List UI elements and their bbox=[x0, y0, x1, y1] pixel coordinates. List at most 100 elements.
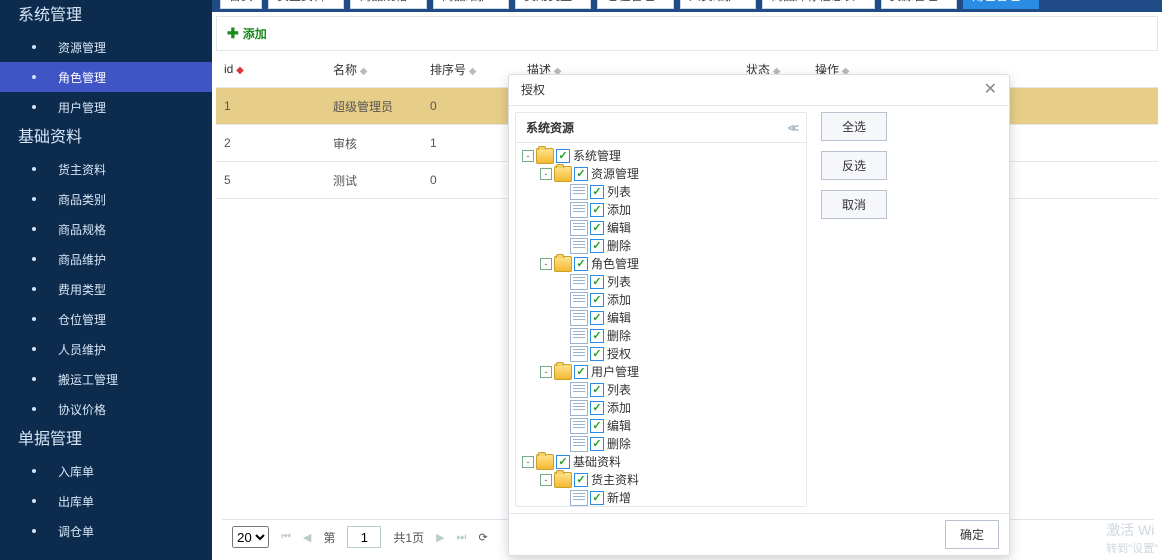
tree-node[interactable]: ✓添加 bbox=[522, 399, 800, 417]
tree-node[interactable]: -✓系统管理 bbox=[522, 147, 800, 165]
tree-node[interactable]: ✓添加 bbox=[522, 291, 800, 309]
page-size-select[interactable]: 20 bbox=[232, 526, 269, 548]
tree-checkbox[interactable]: ✓ bbox=[590, 185, 604, 199]
sidebar-item[interactable]: 出库单 bbox=[0, 486, 212, 516]
tree-node[interactable]: ✓删除 bbox=[522, 237, 800, 255]
tab-close-icon[interactable]: × bbox=[654, 0, 664, 3]
tree-node[interactable]: ✓授权 bbox=[522, 345, 800, 363]
expand-toggle-icon[interactable]: - bbox=[540, 366, 552, 378]
tab-close-icon[interactable]: × bbox=[855, 0, 865, 3]
tab[interactable]: 商品维护 × bbox=[433, 0, 509, 9]
tree-checkbox[interactable]: ✓ bbox=[590, 347, 604, 361]
invert-button[interactable]: 反选 bbox=[821, 151, 887, 180]
tree-node[interactable]: -✓基础资料 bbox=[522, 453, 800, 471]
tree-node[interactable]: -✓货主资料 bbox=[522, 471, 800, 489]
tree-scroll[interactable]: -✓系统管理-✓资源管理✓列表✓添加✓编辑✓删除-✓角色管理✓列表✓添加✓编辑✓… bbox=[516, 143, 806, 506]
tab-close-icon[interactable]: × bbox=[490, 0, 500, 3]
sidebar-item[interactable]: 商品维护 bbox=[0, 244, 212, 274]
tab[interactable]: 商品库存信息表 × bbox=[762, 0, 874, 9]
tree-checkbox[interactable]: ✓ bbox=[574, 365, 588, 379]
tree-checkbox[interactable]: ✓ bbox=[574, 473, 588, 487]
tree-node[interactable]: -✓角色管理 bbox=[522, 255, 800, 273]
sidebar-item[interactable]: 货主资料 bbox=[0, 154, 212, 184]
expand-toggle-icon[interactable]: - bbox=[522, 150, 534, 162]
column-header[interactable]: 名称 ◆ bbox=[325, 51, 422, 88]
tree-node[interactable]: -✓用户管理 bbox=[522, 363, 800, 381]
sidebar-item[interactable]: 商品规格 bbox=[0, 214, 212, 244]
tree-node[interactable]: ✓添加 bbox=[522, 201, 800, 219]
tree-checkbox[interactable]: ✓ bbox=[590, 293, 604, 307]
tab[interactable]: 费用类型 × bbox=[515, 0, 591, 9]
tree-node[interactable]: ✓列表 bbox=[522, 183, 800, 201]
tree-checkbox[interactable]: ✓ bbox=[590, 401, 604, 415]
tree-checkbox[interactable]: ✓ bbox=[590, 437, 604, 451]
tree-node[interactable]: ✓编辑 bbox=[522, 417, 800, 435]
tree-checkbox[interactable]: ✓ bbox=[556, 455, 570, 469]
sidebar-item[interactable]: 角色管理 bbox=[0, 62, 212, 92]
close-icon[interactable]: ✕ bbox=[984, 75, 997, 105]
tree-node[interactable]: ✓编辑 bbox=[522, 309, 800, 327]
pager-next-icon[interactable]: ▶ bbox=[436, 531, 444, 544]
sidebar-item[interactable]: 商品类别 bbox=[0, 184, 212, 214]
sidebar-item[interactable]: 入库单 bbox=[0, 456, 212, 486]
sidebar-item[interactable]: 资源管理 bbox=[0, 32, 212, 62]
ok-button[interactable]: 确定 bbox=[945, 520, 999, 549]
tab-close-icon[interactable]: × bbox=[1020, 0, 1030, 3]
cancel-button[interactable]: 取消 bbox=[821, 190, 887, 219]
tree-checkbox[interactable]: ✓ bbox=[556, 149, 570, 163]
tab-close-icon[interactable]: × bbox=[737, 0, 747, 3]
pager-reload-icon[interactable]: ⟳ bbox=[478, 531, 487, 544]
tree-checkbox[interactable]: ✓ bbox=[590, 383, 604, 397]
tree-node[interactable]: ✓编辑 bbox=[522, 219, 800, 237]
sidebar-item[interactable]: 搬运工管理 bbox=[0, 364, 212, 394]
tree-node[interactable]: ✓列表 bbox=[522, 273, 800, 291]
expand-toggle-icon[interactable]: - bbox=[540, 474, 552, 486]
tree-checkbox[interactable]: ✓ bbox=[590, 329, 604, 343]
tab[interactable]: 资源管理 × bbox=[881, 0, 957, 9]
sort-icon[interactable]: ◆ bbox=[233, 65, 243, 76]
tree-node[interactable]: ✓删除 bbox=[522, 327, 800, 345]
tree-checkbox[interactable]: ✓ bbox=[590, 239, 604, 253]
tree-node[interactable]: ✓删除 bbox=[522, 435, 800, 453]
panel-collapse-icon[interactable]: << bbox=[788, 121, 796, 135]
tab-close-icon[interactable]: × bbox=[572, 0, 582, 3]
tab[interactable]: 角色管理 × bbox=[963, 0, 1039, 9]
expand-toggle-icon[interactable]: - bbox=[522, 456, 534, 468]
tree-checkbox[interactable]: ✓ bbox=[590, 419, 604, 433]
tab[interactable]: 商品规格 × bbox=[350, 0, 426, 9]
tree-checkbox[interactable]: ✓ bbox=[590, 275, 604, 289]
tree-checkbox[interactable]: ✓ bbox=[574, 257, 588, 271]
column-header[interactable]: id ◆ bbox=[216, 51, 325, 88]
sort-icon[interactable]: ◆ bbox=[357, 66, 367, 77]
tree-node[interactable]: -✓资源管理 bbox=[522, 165, 800, 183]
tab[interactable]: 首页 bbox=[220, 0, 262, 9]
tab-close-icon[interactable]: × bbox=[407, 0, 417, 3]
pager-prev-icon[interactable]: ◀ bbox=[303, 531, 311, 544]
tab-close-icon[interactable]: × bbox=[325, 0, 335, 3]
tree-checkbox[interactable]: ✓ bbox=[590, 311, 604, 325]
sidebar-item[interactable]: 协议价格 bbox=[0, 394, 212, 424]
sidebar-item[interactable]: 调仓单 bbox=[0, 516, 212, 546]
sidebar-item[interactable]: 用户管理 bbox=[0, 92, 212, 122]
pager-first-icon[interactable]: ⏮ bbox=[281, 531, 291, 544]
tab[interactable]: 人员维护 × bbox=[680, 0, 756, 9]
sidebar-item[interactable]: 人员维护 bbox=[0, 334, 212, 364]
tab[interactable]: 仓位管理 × bbox=[597, 0, 673, 9]
sidebar-item[interactable]: 费用类型 bbox=[0, 274, 212, 304]
select-all-button[interactable]: 全选 bbox=[821, 112, 887, 141]
pager-last-icon[interactable]: ⏭ bbox=[457, 531, 467, 544]
tree-checkbox[interactable]: ✓ bbox=[590, 203, 604, 217]
tree-checkbox[interactable]: ✓ bbox=[590, 221, 604, 235]
tree-node[interactable]: ✓列表 bbox=[522, 381, 800, 399]
tree-checkbox[interactable]: ✓ bbox=[574, 167, 588, 181]
add-button[interactable]: ✚添加 bbox=[227, 27, 267, 41]
sort-icon[interactable]: ◆ bbox=[466, 66, 476, 77]
expand-toggle-icon[interactable]: - bbox=[540, 168, 552, 180]
tree-node[interactable]: ✓新增 bbox=[522, 489, 800, 506]
tab[interactable]: 货主资料 × bbox=[268, 0, 344, 9]
sidebar-item[interactable]: 仓位管理 bbox=[0, 304, 212, 334]
tree-checkbox[interactable]: ✓ bbox=[590, 491, 604, 505]
expand-toggle-icon[interactable]: - bbox=[540, 258, 552, 270]
tab-close-icon[interactable]: × bbox=[938, 0, 948, 3]
column-header[interactable]: 排序号 ◆ bbox=[422, 51, 519, 88]
